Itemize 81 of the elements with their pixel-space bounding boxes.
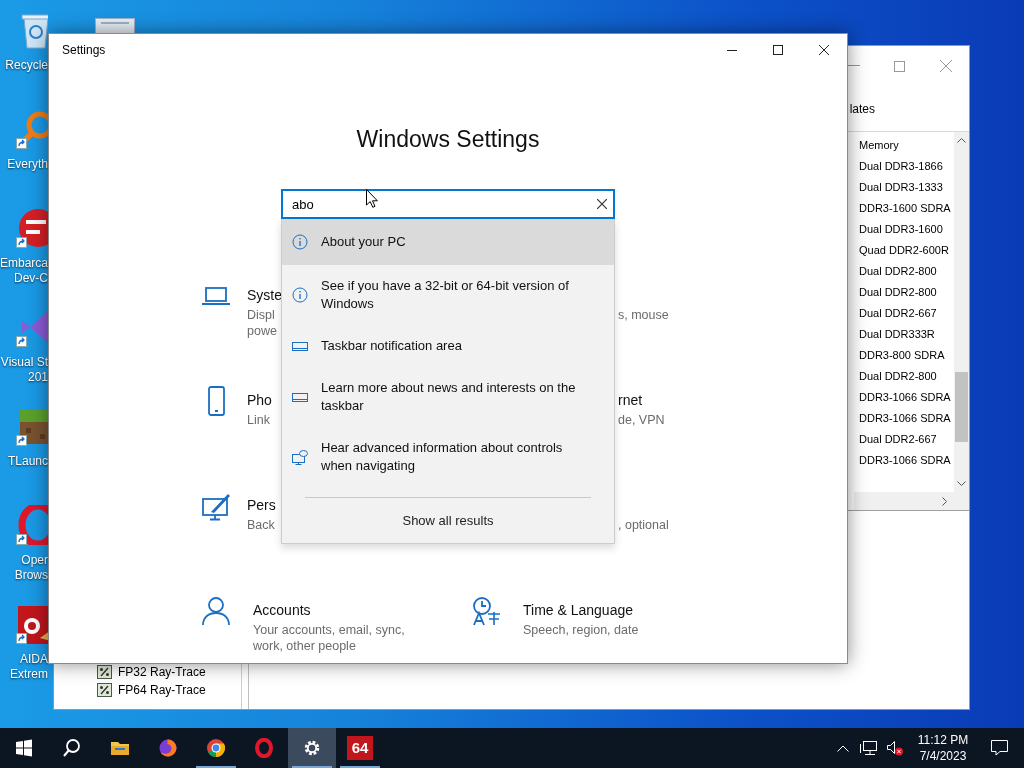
notifications-icon[interactable] [991,740,1008,756]
table-cell-text: Dual DDR2-667 [859,306,938,321]
scroll-up-icon[interactable] [957,138,966,143]
fox-globe-icon[interactable] [158,738,178,758]
minimize-icon[interactable] [727,49,737,51]
table-cell-text: Dual DDR2-800 [859,369,938,384]
person-icon[interactable] [201,596,231,626]
show-all-results-button[interactable]: Show all results [402,510,494,531]
browser-wheel-icon[interactable] [206,738,226,758]
search-result[interactable]: About your PC [282,219,614,265]
category-title[interactable]: Pers [247,495,276,515]
network-icon[interactable] [860,740,878,756]
table-cell-text: Dual DDR2-800 [859,285,938,300]
category-title[interactable]: Pho [247,390,272,410]
category-title[interactable]: Time & Language [523,600,639,620]
scroll-right-icon[interactable] [942,496,947,506]
table-cell-text: Dual DDR3-1866 [859,159,944,174]
search-result[interactable]: Learn more about news and interests on the taskbar [282,367,614,427]
circle-logo-icon[interactable] [16,208,48,248]
table-cell-text: DDR3-800 SDRA [859,348,946,363]
category-description: Displ [247,307,276,323]
category-description: s, mouse [618,307,669,323]
maximize-icon[interactable] [773,45,783,55]
clock-time[interactable]: 11:12 PM [917,732,969,748]
tree-item[interactable]: FP32 Ray-Trace [118,663,206,681]
ring-icon[interactable] [16,505,48,545]
table-cell-text: DDR3-1066 SDRA [859,390,952,405]
category-title[interactable]: rnet [618,390,665,410]
table-cell-text: Dual DDR3-1600 [859,222,944,237]
clock-date[interactable]: 7/4/2023 [919,748,967,764]
table-cell-text: Dual DDR2-667 [859,432,938,447]
clear-icon[interactable] [597,199,607,209]
page-heading: Windows Settings [356,125,540,154]
search-result[interactable]: Hear advanced information about controls when navigating [282,427,614,487]
tree-item[interactable]: FP64 Ray-Trace [118,681,206,699]
app-logo[interactable]: 64 [347,736,373,760]
monitor-speech-icon [292,449,308,465]
info-icon [292,234,308,250]
table-cell-text: Quad DDR2-600R [859,243,950,258]
table-cell-text: Dual DDR3-1333 [859,180,944,195]
ring-icon[interactable] [254,738,274,758]
mouse-cursor-icon [366,189,378,208]
percent-icon [97,665,112,679]
category-description: de, VPN [618,412,665,428]
scroll-thumb[interactable] [955,372,968,442]
percent-icon [97,683,112,697]
table-cell-text: DDR3-1600 SDRA [859,201,952,216]
category-description: work, other people [253,638,357,654]
close-icon[interactable] [819,45,829,55]
table-cell-text: Dual DDR333R [859,327,936,342]
category-title[interactable]: Accounts [253,600,405,620]
table-cell-text: DDR3-1066 SDRA [859,411,952,426]
taskbar-button[interactable] [288,728,336,768]
column-header[interactable]: Memory [859,135,954,156]
category-description: Your accounts, email, sync, [253,622,405,638]
settings-icon[interactable] [302,738,322,758]
search-field[interactable]: abo [281,189,615,219]
windows-logo-icon[interactable] [14,738,34,758]
search-icon[interactable] [62,738,82,758]
category-description: Link [247,412,271,428]
category-description: powe [247,323,278,339]
chevron-up-icon[interactable] [837,744,849,752]
table-cell-text: Dual DDR2-800 [859,264,938,279]
table-cell-text: DDR3-1066 SDRA [859,453,952,468]
tab-label[interactable]: lates [849,99,875,118]
scroll-down-icon[interactable] [957,481,966,486]
monitor-brush-icon[interactable] [201,491,231,521]
window-title: Settings [62,42,106,59]
category-description: , optional [618,517,669,533]
taskbar-button[interactable]: 64 [336,728,384,768]
tile-logo-icon[interactable] [16,604,48,644]
horizontal-scrollbar[interactable] [854,492,969,510]
search-result[interactable]: Taskbar notification area [282,325,614,367]
category-description: Back [247,517,276,533]
clock-language-icon[interactable] [471,596,501,626]
vertical-scrollbar[interactable] [954,132,969,492]
muted-speaker-icon[interactable] [886,740,904,756]
category-description: Speech, region, date [523,622,639,638]
search-result[interactable]: See if you have a 32-bit or 64-bit version of Windows [282,265,614,325]
info-icon [292,287,308,303]
category-title[interactable]: Syste [247,285,282,305]
